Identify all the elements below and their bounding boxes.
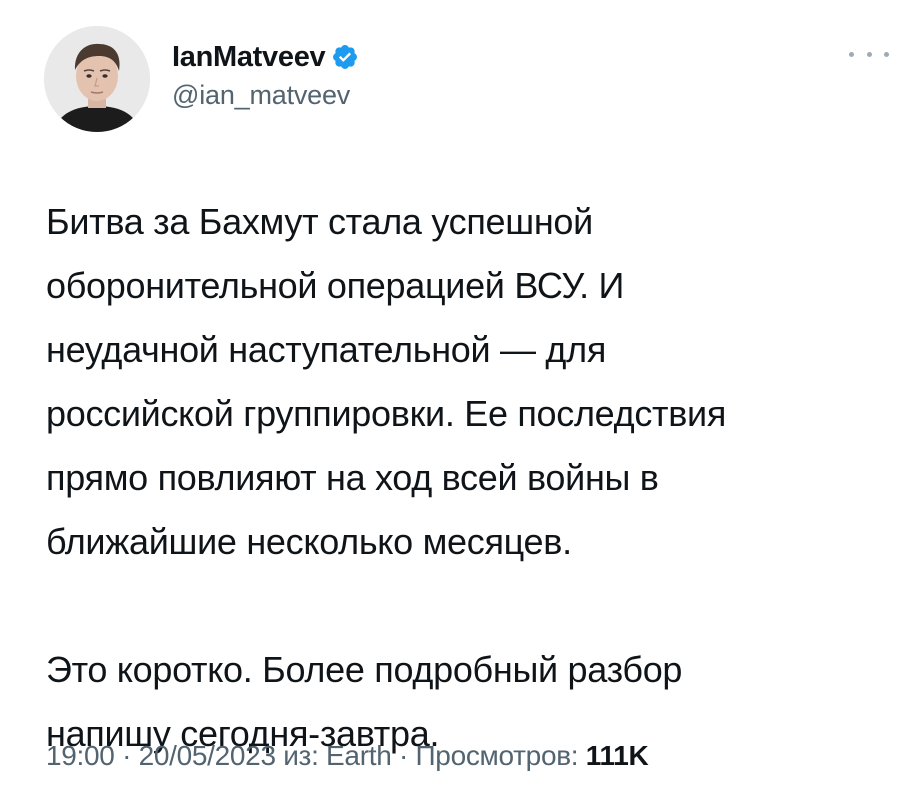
name-row: IanMatveev xyxy=(172,40,359,74)
tweet-time[interactable]: 19:00 xyxy=(46,740,115,771)
verified-badge-icon[interactable] xyxy=(331,43,359,71)
tweet-source: из: Earth xyxy=(283,740,392,771)
tweet-meta: 19:00 · 20/05/2023 из: Earth · Просмотро… xyxy=(46,740,649,772)
avatar-image xyxy=(44,26,150,132)
more-icon[interactable] xyxy=(849,44,889,64)
avatar[interactable] xyxy=(44,26,150,132)
meta-separator: · xyxy=(398,740,408,771)
more-dot xyxy=(866,51,872,57)
views-count[interactable]: 111K xyxy=(586,740,649,771)
tweet-text: Битва за Бахмут стала успешной обороните… xyxy=(46,190,886,766)
meta-separator: · xyxy=(122,740,132,771)
user-handle[interactable]: @ian_matveev xyxy=(172,80,359,111)
tweet-date[interactable]: 20/05/2023 xyxy=(139,740,276,771)
display-name[interactable]: IanMatveev xyxy=(172,41,326,74)
author-info: IanMatveev @ian_matveev xyxy=(172,40,359,111)
more-dot xyxy=(849,51,854,57)
tweet-paragraph: Битва за Бахмут стала успешной обороните… xyxy=(46,201,727,562)
tweet: IanMatveev @ian_matveev Битва за Бахмут … xyxy=(0,0,915,800)
more-dot xyxy=(884,51,889,57)
views-label: Просмотров: xyxy=(415,740,579,771)
